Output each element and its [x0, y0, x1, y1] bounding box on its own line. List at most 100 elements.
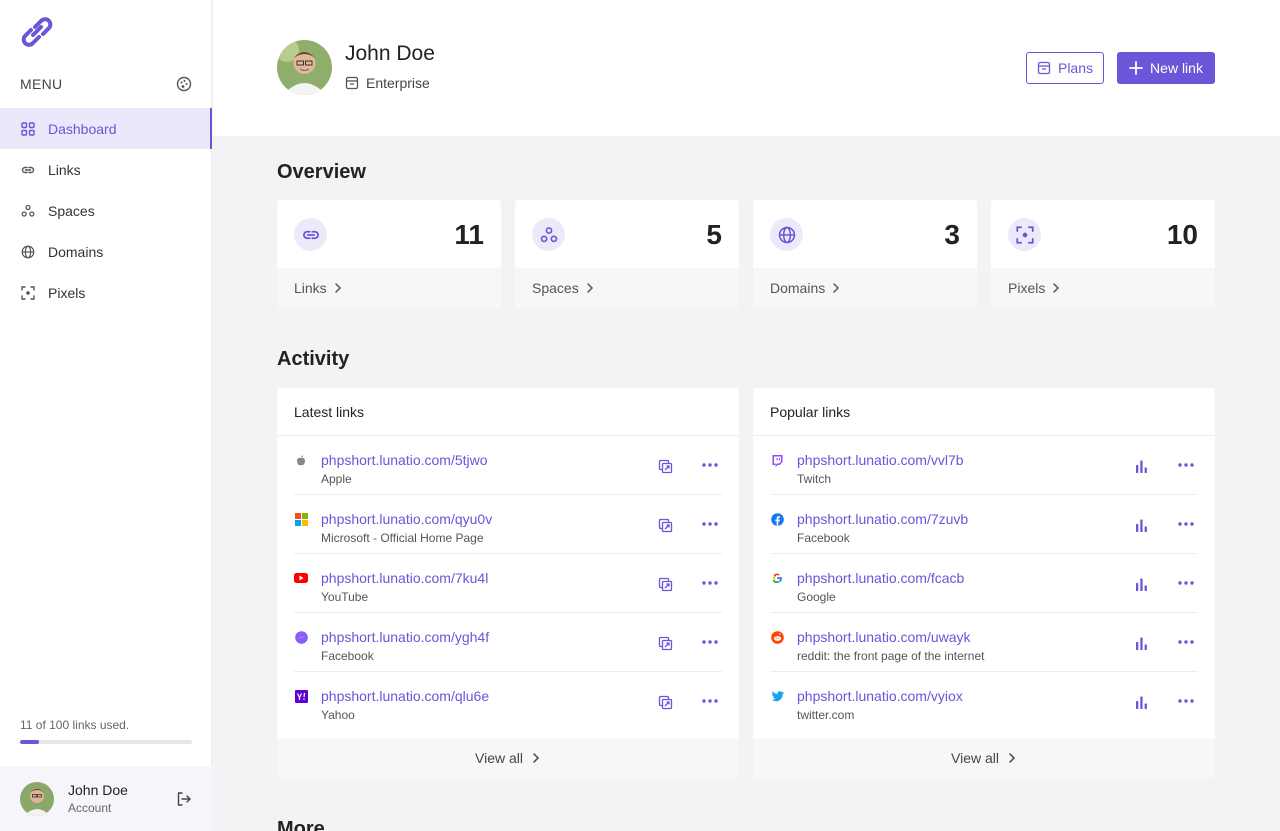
- link-row: phpshort.lunatio.com/7ku4l YouTube: [294, 554, 722, 613]
- sidebar-item-label: Pixels: [48, 284, 86, 301]
- stat-value: 11: [454, 219, 484, 250]
- stat-value: 3: [944, 219, 960, 250]
- link-row: phpshort.lunatio.com/ygh4f Facebook: [294, 613, 722, 672]
- more-options-icon[interactable]: [1178, 522, 1194, 526]
- more-options-icon[interactable]: [1178, 463, 1194, 467]
- stat-link-spaces[interactable]: Spaces: [515, 268, 739, 308]
- link-row: phpshort.lunatio.com/5tjwo Apple: [294, 436, 722, 495]
- copy-link-icon[interactable]: [658, 636, 673, 651]
- stat-link-links[interactable]: Links: [277, 268, 501, 308]
- sidebar-item-pixels[interactable]: Pixels: [0, 272, 212, 313]
- view-all-latest-button[interactable]: View all: [277, 738, 739, 778]
- stats-icon[interactable]: [1134, 636, 1149, 651]
- usage-progress-fill: [20, 740, 39, 744]
- stat-link-pixels[interactable]: Pixels: [991, 268, 1215, 308]
- stat-card-pixels: 10 Pixels: [991, 200, 1215, 308]
- link-title: YouTube: [321, 590, 369, 604]
- plans-button[interactable]: Plans: [1026, 52, 1104, 84]
- short-link[interactable]: phpshort.lunatio.com/7zuvb: [797, 511, 968, 527]
- usage-text: 11 of 100 links used.: [20, 718, 130, 732]
- view-all-label: View all: [475, 750, 523, 766]
- plan-icon: [1037, 61, 1051, 75]
- pixels-icon: [20, 285, 36, 301]
- copy-link-icon[interactable]: [658, 459, 673, 474]
- short-link[interactable]: phpshort.lunatio.com/fcacb: [797, 570, 964, 586]
- pixels-icon: [1008, 218, 1041, 251]
- stat-label: Spaces: [532, 280, 579, 296]
- more-options-icon[interactable]: [1178, 581, 1194, 585]
- more-options-icon[interactable]: [1178, 699, 1194, 703]
- plans-button-label: Plans: [1057, 60, 1094, 76]
- account-card[interactable]: John Doe Account: [0, 766, 212, 831]
- chevron-right-icon: [1007, 753, 1017, 763]
- link-icon: [294, 218, 327, 251]
- link-row: phpshort.lunatio.com/fcacb Google: [770, 554, 1198, 613]
- short-link[interactable]: phpshort.lunatio.com/ygh4f: [321, 629, 489, 645]
- activity-title: Activity: [277, 348, 350, 370]
- stats-icon[interactable]: [1134, 577, 1149, 592]
- domains-icon: [20, 244, 36, 260]
- menu-header: MENU: [20, 76, 192, 92]
- link-title: Google: [797, 590, 836, 604]
- more-options-icon[interactable]: [702, 640, 718, 644]
- short-link[interactable]: phpshort.lunatio.com/qlu6e: [321, 688, 489, 704]
- facebook-icon: [770, 512, 784, 526]
- new-link-button-label: New link: [1150, 60, 1203, 76]
- new-link-button[interactable]: New link: [1117, 52, 1215, 84]
- palette-icon[interactable]: [176, 76, 192, 92]
- sidebar-item-links[interactable]: Links: [0, 149, 212, 190]
- copy-link-icon[interactable]: [658, 695, 673, 710]
- google-icon: [770, 571, 784, 585]
- stats-icon[interactable]: [1134, 459, 1149, 474]
- logout-icon[interactable]: [176, 791, 192, 807]
- stats-icon[interactable]: [1134, 695, 1149, 710]
- reddit-icon: [770, 630, 784, 644]
- sidebar-item-domains[interactable]: Domains: [0, 231, 212, 272]
- popular-links-list: phpshort.lunatio.com/vvl7b Twitch phpshort…: [753, 436, 1215, 731]
- sidebar-item-label: Spaces: [48, 202, 95, 219]
- stat-link-domains[interactable]: Domains: [753, 268, 977, 308]
- chevron-right-icon: [1051, 283, 1061, 293]
- short-link[interactable]: phpshort.lunatio.com/7ku4l: [321, 570, 488, 586]
- more-options-icon[interactable]: [702, 581, 718, 585]
- chevron-right-icon: [531, 753, 541, 763]
- avatar[interactable]: [20, 781, 54, 816]
- panel-title: Latest links: [277, 388, 739, 436]
- account-name: John Doe: [68, 782, 128, 798]
- more-options-icon[interactable]: [702, 699, 718, 703]
- messenger-icon: [294, 630, 308, 644]
- copy-link-icon[interactable]: [658, 518, 673, 533]
- link-row: phpshort.lunatio.com/uwayk reddit: the fr…: [770, 613, 1198, 672]
- view-all-popular-button[interactable]: View all: [753, 738, 1215, 778]
- stat-value: 10: [1166, 219, 1198, 250]
- link-title: Facebook: [797, 531, 850, 545]
- sidebar-item-label: Domains: [48, 243, 104, 260]
- twitter-icon: [770, 689, 784, 703]
- short-link[interactable]: phpshort.lunatio.com/uwayk: [797, 629, 971, 645]
- more-options-icon[interactable]: [1178, 640, 1194, 644]
- logo-chain-icon[interactable]: [18, 14, 56, 50]
- stat-label: Links: [294, 280, 327, 296]
- panel-title: Popular links: [753, 388, 1215, 436]
- short-link[interactable]: phpshort.lunatio.com/vvl7b: [797, 452, 964, 468]
- short-link[interactable]: phpshort.lunatio.com/5tjwo: [321, 452, 488, 468]
- sidebar-item-dashboard[interactable]: Dashboard: [0, 108, 212, 149]
- account-info: John Doe Account: [68, 782, 128, 815]
- microsoft-icon: [294, 512, 308, 526]
- user-name: John Doe: [345, 42, 435, 65]
- short-link[interactable]: phpshort.lunatio.com/vyiox: [797, 688, 963, 704]
- latest-links-panel: Latest links phpshort.lunatio.com/5tjwo A…: [277, 388, 739, 778]
- link-title: reddit: the front page of the internet: [797, 649, 985, 663]
- more-options-icon[interactable]: [702, 522, 718, 526]
- more-options-icon[interactable]: [702, 463, 718, 467]
- copy-link-icon[interactable]: [658, 577, 673, 592]
- short-link[interactable]: phpshort.lunatio.com/qyu0v: [321, 511, 492, 527]
- sidebar-item-spaces[interactable]: Spaces: [0, 190, 212, 231]
- overview-title: Overview: [277, 161, 366, 183]
- apple-icon: [294, 453, 308, 467]
- link-row: phpshort.lunatio.com/vvl7b Twitch: [770, 436, 1198, 495]
- plan-icon: [345, 76, 359, 90]
- youtube-icon: [294, 571, 308, 585]
- stats-icon[interactable]: [1134, 518, 1149, 533]
- overview-cards: 11 Links 5 Spaces 3 Domains 10 Pixels: [277, 200, 1215, 308]
